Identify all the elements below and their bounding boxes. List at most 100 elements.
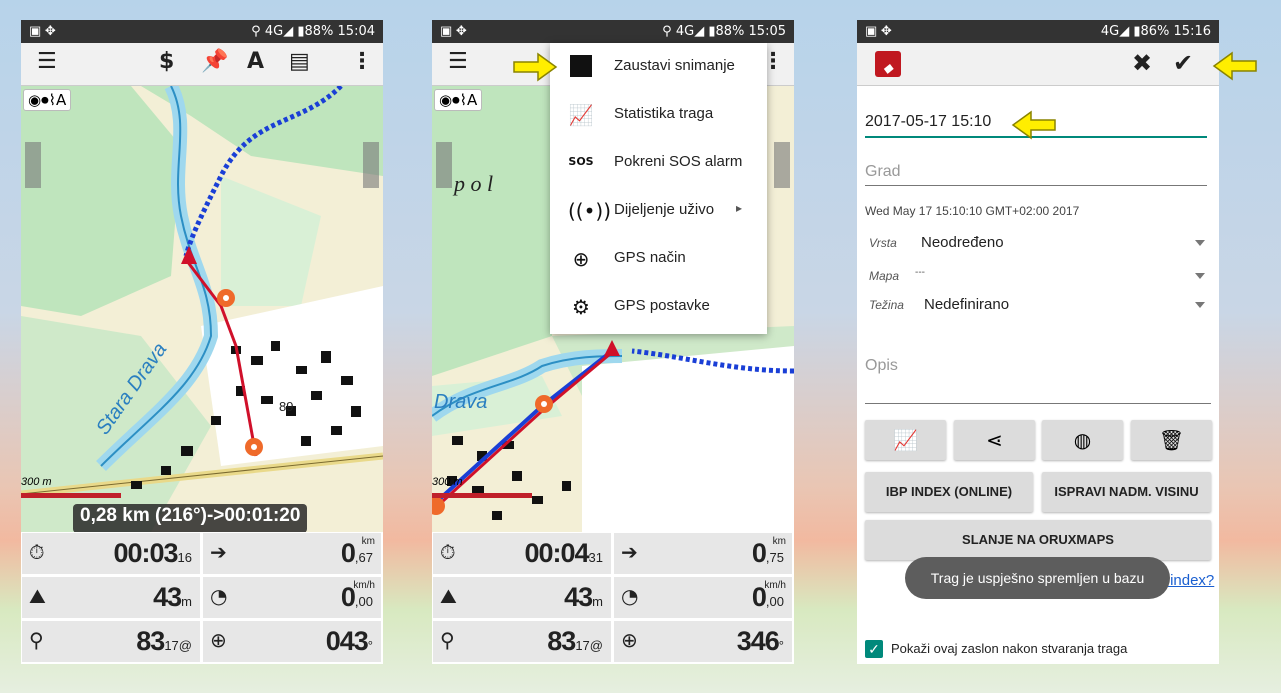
mountain-icon: ⛰ [440,584,457,608]
description-field[interactable]: Opis [865,357,898,375]
map-globe-button[interactable]: ◍ [1042,420,1123,460]
menu-icon[interactable]: ☰ [448,49,468,74]
menu-item-track-statistics[interactable]: 📈 Statistika traga [550,91,767,139]
road-small-icon[interactable]: A [56,91,66,109]
dropdown-arrow-icon [1195,240,1205,246]
stat-satellites[interactable]: ⚲ 8317@ [432,620,612,663]
stat-time[interactable]: ⏱ 00:0316 [21,532,201,575]
road-small-icon[interactable]: A [467,91,477,109]
ibp-index-button[interactable]: IBP INDEX (ONLINE) [865,472,1033,512]
screen-track-menu: ▣ ✥ ⚲ 4G◢ ▮88% 15:05 ☰ ⋮ Drava p o l ◉⏺⌇… [432,20,794,664]
discard-icon[interactable]: ✖ [1132,49,1152,77]
share-button[interactable]: ⋖ [954,420,1035,460]
magnifier-icon: ⚲ [440,628,455,652]
delete-button[interactable]: 🗑 [1131,420,1212,460]
gps-mode-icon: ⊕ [572,247,590,271]
stat-satellites[interactable]: ⚲ 8317@ [21,620,201,663]
waypoint-pin-icon[interactable]: 📌 [201,49,228,74]
stat-distance-unit: km [361,536,375,547]
menu-item-gps-mode[interactable]: ⊕ GPS način [550,235,767,283]
stat-speed-unit: km/h [353,580,375,591]
map-view[interactable]: Stara Drava 89 ◉⏺⌇A 300 m 0,28 km (216°)… [21,86,383,532]
right-drawer-handle[interactable] [774,142,790,188]
stat-time[interactable]: ⏱ 00:0431 [432,532,612,575]
map-controls: ◉⏺⌇A [434,89,483,111]
stat-speed[interactable]: ◔ 0,00 km/h [613,576,793,619]
map-select[interactable]: Mapa --- [869,267,1211,289]
stopwatch-icon: ⏱ [440,540,456,564]
stat-heading-unit: ° [778,638,784,653]
track-icon[interactable]: ⌇ [49,91,56,109]
stat-distance-unit: km [772,536,786,547]
map-river-label: Drava [434,391,487,413]
stop-icon [568,55,594,79]
left-drawer-handle[interactable] [25,142,41,188]
menu-item-gps-settings[interactable]: ⚙ GPS postavke [550,283,767,331]
gps-target-icon[interactable]: ◉ [28,91,41,109]
speedometer-icon: ◔ [621,584,639,608]
city-field[interactable]: Grad [865,163,901,181]
stat-distance[interactable]: ➔ 0,67 km [202,532,382,575]
confirm-check-icon[interactable]: ✔ [1173,49,1193,77]
notification-icons: ▣ ✥ [29,23,56,38]
track-name-field[interactable]: 2017-05-17 15:10 [865,113,991,131]
notification-icons: ▣ ✥ [440,23,467,38]
show-screen-label: Pokaži ovaj zaslon nakon stvaranja traga [891,641,1128,656]
track-icon[interactable]: ⌇ [460,91,467,109]
battery-label: 88% [304,24,334,39]
trash-icon: 🗑 [1158,428,1185,452]
stat-altitude[interactable]: ⛰ 43m [432,576,612,619]
network-label: 4G [264,24,284,39]
stats-panel: ⏱ 00:0431 ➔ 0,75 km ⛰ 43m ◔ 0 ,00 km/h ⚲ 8317@ ⊕… [432,532,794,664]
stat-satellites-value: 83 [136,626,165,656]
menu-item-live-share[interactable]: ((•)) Dijeljenje uživo ▸ [550,187,767,235]
dropdown-arrow-icon [1195,273,1205,279]
menu-item-sos[interactable]: SOS Pokreni SOS alarm [550,139,767,187]
show-screen-checkbox[interactable]: ✓ [865,640,883,658]
road-icon[interactable]: A [247,49,264,74]
menu-icon[interactable]: ☰ [37,49,57,74]
stat-distance[interactable]: ➔ 0,75 km [613,532,793,575]
stat-distance-decimal: ,67 [354,550,373,565]
route-info-banner: 0,28 km (216°)->00:01:20 [73,504,308,532]
stat-altitude[interactable]: ⛰ 43m [21,576,201,619]
stat-speed[interactable]: ◔ 0,00 km/h [202,576,382,619]
stat-satellites-sup: 17 [575,638,590,653]
yellow-arrow-icon [1011,110,1056,140]
stat-satellites-sub: @ [589,638,603,653]
record-stop-icon[interactable]: ⏺ [452,91,460,109]
sos-icon: SOS [568,155,594,168]
fix-altitude-button[interactable]: ISPRAVI NADM. VISINU [1042,472,1211,512]
network-label: 4G [1100,24,1120,39]
stat-distance-value: 0 [340,538,356,568]
map-place-label: p o l [452,171,493,196]
overflow-menu-icon[interactable]: ⋮ [351,49,373,74]
statistics-icon: 📈 [893,428,918,452]
stat-heading-value: 346 [736,626,780,656]
statistics-icon: 📈 [568,103,594,127]
route-icon[interactable]: $ [159,49,174,74]
status-bar: ▣ ✥ 4G◢ ▮86% 15:16 [857,20,1219,43]
map-icon[interactable]: ▤ [289,49,310,74]
status-bar: ▣ ✥ ⚲ 4G◢ ▮88% 15:05 [432,20,794,43]
send-oruxmaps-button[interactable]: SLANJE NA ORUXMAPS [865,520,1211,560]
record-stop-icon[interactable]: ⏺ [41,91,49,109]
gps-target-icon[interactable]: ◉ [439,91,452,109]
scale-label: 300 m [21,476,52,488]
right-drawer-handle[interactable] [363,142,379,188]
clock: 15:16 [1173,24,1211,39]
difficulty-value: Nedefinirano [924,296,1010,313]
stat-heading-unit: ° [367,638,373,653]
difficulty-select[interactable]: Težina Nedefinirano [869,296,1211,318]
map-controls: ◉⏺⌇A [23,89,72,111]
left-drawer-handle[interactable] [436,142,452,188]
stat-satellites-sup: 17 [164,638,179,653]
stat-heading[interactable]: ⊕ 043° [202,620,382,663]
share-icon: ⋖ [986,428,1003,452]
stat-heading[interactable]: ⊕ 346° [613,620,793,663]
menu-item-stop-recording[interactable]: Zaustavi snimanje [550,43,767,91]
statistics-button[interactable]: 📈 [865,420,946,460]
magnifier-icon: ⚲ [29,628,44,652]
globe-pin-icon: ◍ [1073,428,1092,452]
type-select[interactable]: Vrsta Neodređeno [869,234,1211,256]
